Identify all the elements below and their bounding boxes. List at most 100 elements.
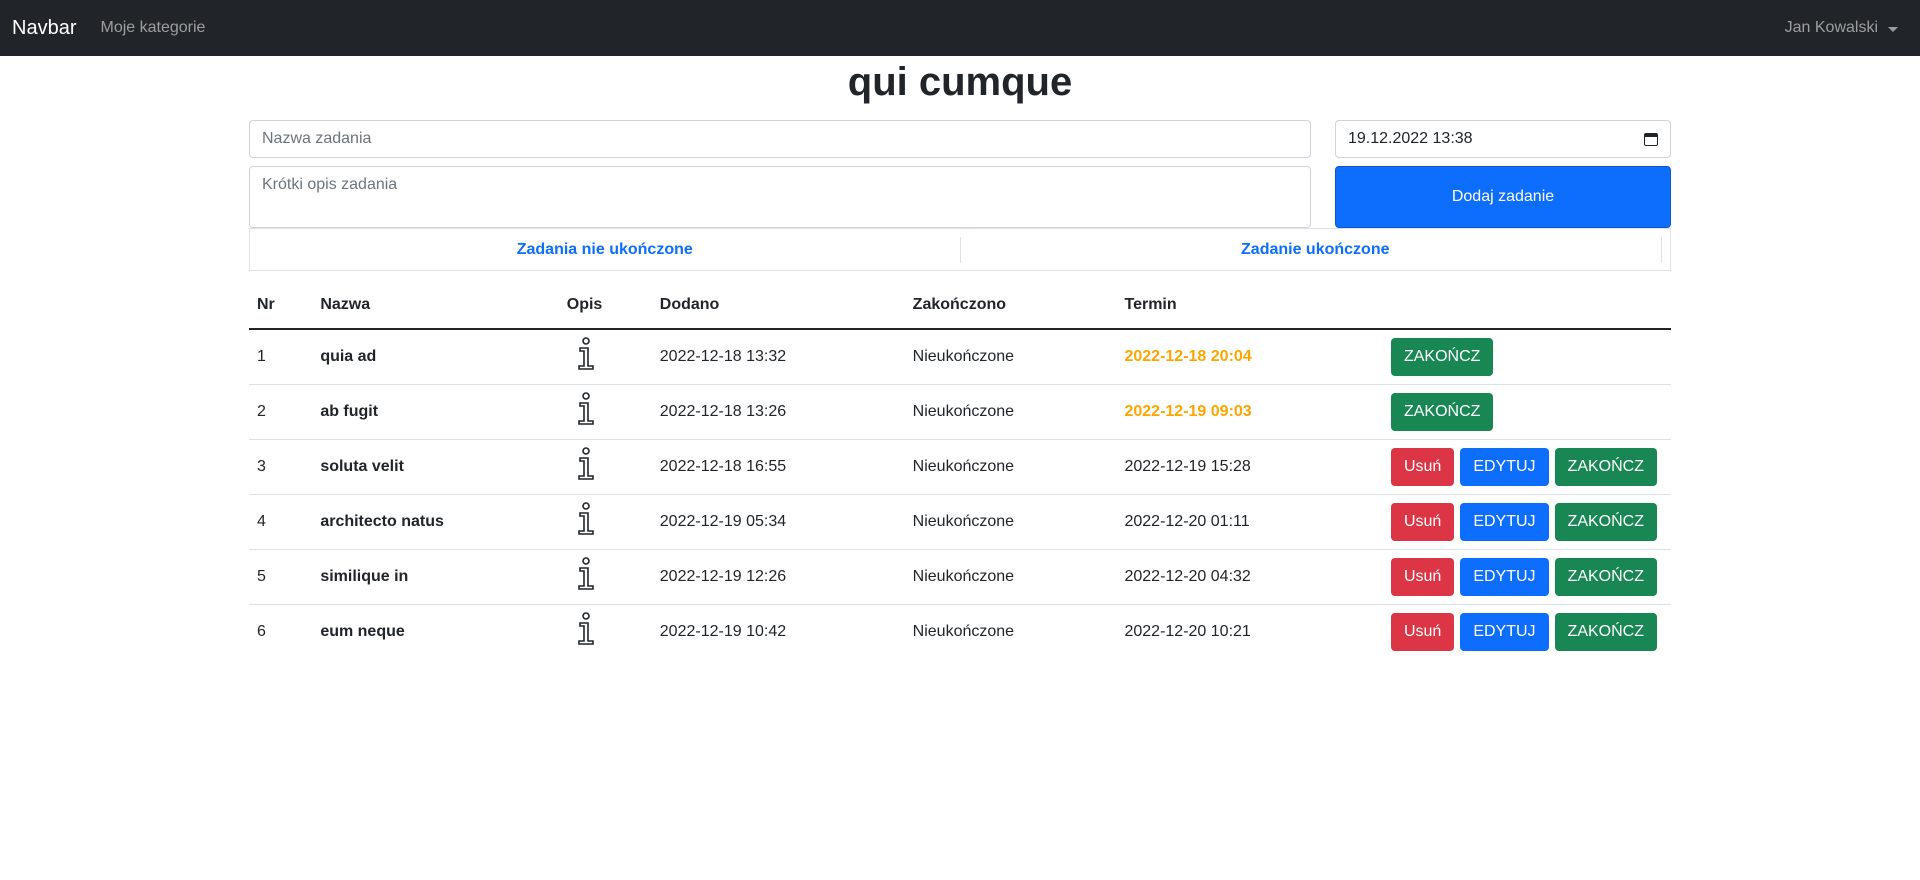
table-header-row: Nr Nazwa Opis Dodano Zakończono Termin — [249, 281, 1671, 330]
tasks-table-body: 1 quia ad 2022-12-18 13:32 Nieukończone … — [249, 329, 1671, 659]
task-description-input[interactable] — [249, 166, 1311, 228]
finish-button[interactable]: ZAKOŃCZ — [1554, 612, 1657, 651]
edit-button[interactable]: EDYTUJ — [1460, 502, 1549, 541]
cell-deadline: 2022-12-20 10:21 — [1124, 622, 1251, 640]
cell-nr: 3 — [249, 439, 313, 495]
cell-added: 2022-12-18 16:55 — [651, 439, 905, 495]
add-task-button[interactable]: Dodaj zadanie — [1335, 166, 1671, 228]
info-icon-glyph — [577, 612, 594, 646]
cell-description — [558, 439, 652, 495]
cell-actions: Usuń EDYTUJ ZAKOŃCZ — [1383, 604, 1671, 659]
cell-finished: Nieukończone — [904, 384, 1117, 440]
info-icon-glyph — [577, 337, 594, 371]
cell-actions: Usuń EDYTUJ ZAKOŃCZ — [1382, 439, 1671, 495]
cell-description — [558, 384, 652, 440]
cell-finished: Nieukończone — [904, 329, 1117, 385]
cell-description — [558, 329, 652, 385]
finish-button[interactable]: ZAKOŃCZ — [1390, 337, 1494, 376]
info-icon[interactable] — [573, 502, 599, 536]
table-row: 3 soluta velit 2022-12-18 16:55 Nieukońc… — [249, 439, 1671, 495]
page-title: qui cumque — [847, 60, 1073, 104]
header-added: Dodano — [651, 281, 905, 330]
task-tabs: Zadania nie ukończone Zadanie ukończone — [249, 228, 1671, 271]
user-menu-dropdown[interactable]: Jan Kowalski — [1785, 0, 1898, 56]
cell-added: 2022-12-19 10:42 — [659, 622, 787, 640]
cell-actions: Usuń EDYTUJ ZAKOŃCZ — [1382, 494, 1671, 550]
info-icon-glyph — [577, 447, 594, 480]
cell-name: eum neque — [320, 622, 405, 640]
nav-link-categories[interactable]: Moje kategorie — [100, 19, 205, 37]
delete-button[interactable]: Usuń — [1390, 557, 1455, 596]
info-icon[interactable] — [573, 337, 599, 371]
header-nr: Nr — [249, 281, 313, 330]
deadline-date-input[interactable]: 19.12.2022 13:38 — [1335, 120, 1671, 158]
info-icon-glyph — [577, 502, 594, 535]
cell-name: quia ad — [312, 329, 559, 385]
info-icon[interactable] — [573, 557, 599, 591]
table-row: 6 eum neque 2022-12-19 10:42 Nieukończon… — [249, 604, 1671, 659]
delete-button[interactable]: Usuń — [1390, 502, 1455, 541]
cell-actions: Usuń EDYTUJ ZAKOŃCZ — [1382, 549, 1671, 605]
user-name: Jan Kowalski — [1784, 19, 1878, 36]
delete-button[interactable]: Usuń — [1390, 447, 1455, 486]
cell-nr: 2 — [249, 384, 313, 440]
edit-button[interactable]: EDYTUJ — [1460, 447, 1549, 486]
info-icon[interactable] — [573, 612, 599, 646]
calendar-icon[interactable] — [1644, 132, 1658, 146]
cell-nr: 1 — [249, 329, 313, 385]
header-actions — [1382, 281, 1671, 330]
chevron-down-icon — [1888, 26, 1898, 32]
header-finished: Zakończono — [904, 281, 1117, 330]
cell-deadline: 2022-12-19 15:28 — [1116, 439, 1383, 495]
edit-button[interactable]: EDYTUJ — [1460, 557, 1549, 596]
cell-description — [559, 604, 652, 659]
cell-name: similique in — [312, 549, 559, 605]
header-name: Nazwa — [312, 281, 559, 330]
finish-button[interactable]: ZAKOŃCZ — [1390, 392, 1494, 431]
cell-finished: Nieukończone — [904, 439, 1117, 495]
cell-finished: Nieukończone — [904, 494, 1117, 550]
edit-button[interactable]: EDYTUJ — [1460, 612, 1549, 651]
cell-name: soluta velit — [312, 439, 559, 495]
deadline-date-value: 19.12.2022 13:38 — [1348, 130, 1473, 147]
cell-deadline: 2022-12-18 20:04 — [1116, 329, 1383, 385]
info-icon[interactable] — [573, 447, 599, 481]
top-navbar: Navbar Moje kategorie Jan Kowalski — [0, 0, 1920, 56]
task-name-input[interactable] — [249, 120, 1311, 158]
cell-nr: 4 — [249, 494, 313, 550]
cell-actions: ZAKOŃCZ — [1382, 329, 1671, 385]
table-row: 5 similique in 2022-12-19 12:26 Nieukońc… — [249, 549, 1671, 605]
tab-incomplete[interactable]: Zadania nie ukończone — [250, 241, 960, 259]
cell-added: 2022-12-19 05:34 — [651, 494, 905, 550]
cell-added: 2022-12-18 13:26 — [651, 384, 905, 440]
table-row: 4 architecto natus 2022-12-19 05:34 Nieu… — [249, 494, 1671, 550]
delete-button[interactable]: Usuń — [1390, 612, 1455, 651]
finish-button[interactable]: ZAKOŃCZ — [1554, 557, 1657, 596]
table-row: 1 quia ad 2022-12-18 13:32 Nieukończone … — [249, 329, 1671, 385]
main-content: qui cumque 19.12.2022 13:38 Dodaj zadani… — [249, 56, 1671, 659]
tab-complete[interactable]: Zadanie ukończone — [961, 241, 1671, 259]
navbar-brand[interactable]: Navbar — [12, 17, 76, 40]
header-deadline: Termin — [1116, 281, 1383, 330]
table-row: 2 ab fugit 2022-12-18 13:26 Nieukończone… — [249, 384, 1671, 440]
cell-actions: ZAKOŃCZ — [1382, 384, 1671, 440]
finish-button[interactable]: ZAKOŃCZ — [1554, 502, 1657, 541]
tasks-table: Nr Nazwa Opis Dodano Zakończono Termin 1… — [249, 281, 1671, 659]
cell-finished: Nieukończone — [912, 622, 1015, 640]
add-task-form: 19.12.2022 13:38 Dodaj zadanie — [249, 120, 1671, 240]
finish-button[interactable]: ZAKOŃCZ — [1554, 447, 1657, 486]
info-icon-glyph — [577, 557, 594, 590]
cell-name: architecto natus — [312, 494, 559, 550]
info-icon[interactable] — [573, 392, 599, 426]
cell-added: 2022-12-19 12:26 — [651, 549, 905, 605]
cell-deadline: 2022-12-20 04:32 — [1116, 549, 1383, 605]
cell-nr: 6 — [257, 622, 266, 640]
tab-divider — [1661, 237, 1662, 263]
cell-deadline: 2022-12-20 01:11 — [1116, 494, 1383, 550]
info-icon-glyph — [577, 392, 594, 425]
cell-description — [558, 549, 652, 605]
cell-nr: 5 — [249, 549, 313, 605]
cell-finished: Nieukończone — [904, 549, 1117, 605]
header-description: Opis — [558, 281, 652, 330]
cell-name: ab fugit — [312, 384, 559, 440]
